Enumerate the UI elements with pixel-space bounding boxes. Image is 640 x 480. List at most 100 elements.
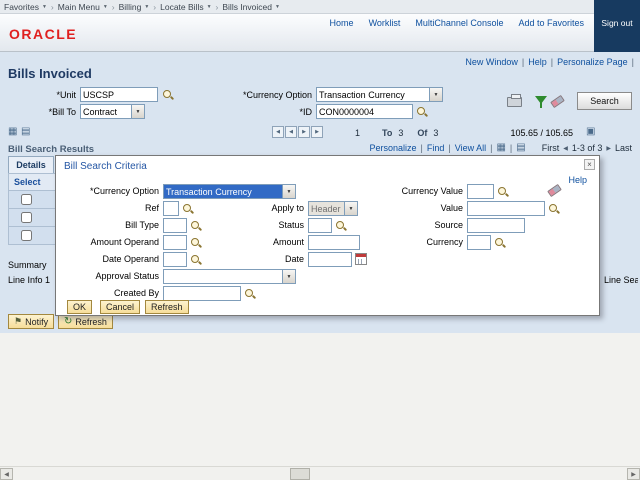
view-all-link[interactable]: View All (455, 143, 486, 153)
dlg-currency-input[interactable] (467, 235, 491, 250)
dialog-help-link[interactable]: Help (568, 175, 587, 185)
dropdown-arrow-icon[interactable] (429, 88, 442, 101)
dlg-amount-operand-input[interactable] (163, 235, 187, 250)
row-select-checkbox[interactable] (21, 194, 32, 205)
multichannel-console-link[interactable]: MultiChannel Console (415, 18, 503, 28)
nav-first-icon[interactable] (272, 126, 284, 138)
dlg-created-by-input[interactable] (163, 286, 241, 301)
horizontal-scrollbar[interactable] (0, 466, 640, 480)
dlg-date-operand-input[interactable] (163, 252, 187, 267)
scroll-left-icon[interactable] (0, 468, 13, 480)
dlg-currency-lookup-icon[interactable] (494, 237, 505, 248)
dlg-amount-input[interactable] (308, 235, 360, 250)
dropdown-arrow-icon[interactable] (282, 270, 295, 283)
new-window-link[interactable]: New Window (465, 57, 518, 67)
dlg-currency-value-label: Currency Value (363, 186, 463, 196)
table-row (8, 227, 56, 245)
close-icon[interactable] (584, 159, 595, 170)
chevron-down-icon (434, 92, 439, 98)
pager-next-icon[interactable] (606, 145, 611, 152)
dlg-eraser-icon[interactable] (547, 184, 562, 197)
breadcrumb-item-main-menu[interactable]: Main Menu (58, 2, 108, 12)
breadcrumb-label: Main Menu (58, 2, 100, 12)
personalize-page-link[interactable]: Personalize Page (557, 57, 628, 67)
download-grid-icon[interactable] (21, 127, 30, 137)
ok-button[interactable]: OK (67, 300, 92, 314)
dlg-value-input[interactable] (467, 201, 545, 216)
printer-icon[interactable] (507, 97, 522, 107)
breadcrumb-label: Locate Bills (160, 2, 203, 12)
bill-to-select[interactable]: Contract (80, 104, 145, 119)
unit-lookup-icon[interactable] (162, 89, 173, 100)
pager-prev-icon[interactable] (563, 145, 568, 152)
find-link[interactable]: Find (427, 143, 445, 153)
funnel-icon[interactable] (535, 96, 547, 104)
refresh-toolbar-button[interactable]: Refresh (58, 314, 113, 329)
dlg-source-input[interactable] (467, 218, 525, 233)
dlg-bill-type-lookup-icon[interactable] (190, 220, 201, 231)
dlg-amount-operand-lookup-icon[interactable] (190, 237, 201, 248)
dlg-created-by-lookup-icon[interactable] (244, 288, 255, 299)
calendar-icon[interactable] (355, 253, 367, 265)
dropdown-arrow-icon[interactable] (131, 105, 144, 118)
dlg-status-lookup-icon[interactable] (335, 220, 346, 231)
personalize-link[interactable]: Personalize (370, 143, 417, 153)
separator (632, 57, 634, 67)
chevron-down-icon (207, 4, 212, 10)
dlg-date-operand-lookup-icon[interactable] (190, 254, 201, 265)
worklist-link[interactable]: Worklist (369, 18, 401, 28)
search-button[interactable]: Search (577, 92, 632, 110)
refresh-dialog-button[interactable]: Refresh (145, 300, 189, 314)
dlg-date-input[interactable] (308, 252, 352, 267)
nav-last-icon[interactable] (311, 126, 323, 138)
dlg-value-lookup-icon[interactable] (548, 203, 559, 214)
scroll-thumb[interactable] (290, 468, 310, 480)
breadcrumb-item-favorites[interactable]: Favorites (4, 2, 47, 12)
chevron-down-icon (275, 4, 280, 10)
row-select-checkbox[interactable] (21, 230, 32, 241)
pager-last-label[interactable]: Last (615, 143, 632, 153)
add-to-favorites-link[interactable]: Add to Favorites (518, 18, 584, 28)
breadcrumb-separator (112, 2, 115, 12)
right-arrow-icon (631, 471, 636, 478)
pager-first-label[interactable]: First (542, 143, 560, 153)
currency-option-select[interactable]: Transaction Currency (316, 87, 443, 102)
personalize-grid-icon[interactable] (496, 143, 505, 153)
dlg-currency-value-input[interactable] (467, 184, 494, 199)
nav-next-icon[interactable] (298, 126, 310, 138)
unit-input[interactable] (80, 87, 158, 102)
separator (522, 57, 524, 67)
dlg-ref-input[interactable] (163, 201, 179, 216)
home-link[interactable]: Home (330, 18, 354, 28)
breadcrumb-item-locate-bills[interactable]: Locate Bills (160, 2, 211, 12)
chevron-down-icon (42, 4, 47, 10)
notify-button[interactable]: Notify (8, 314, 54, 329)
breadcrumb-item-billing[interactable]: Billing (119, 2, 150, 12)
nav-prev-icon[interactable] (285, 126, 297, 138)
download-icon[interactable] (516, 143, 525, 153)
dlg-approval-status-select[interactable] (163, 269, 296, 284)
line-search-link[interactable]: Line Sear (604, 275, 638, 285)
dropdown-arrow-icon[interactable] (282, 185, 295, 198)
bill-to-value: Contract (81, 105, 131, 118)
detail-grid-icon[interactable] (586, 127, 595, 137)
id-lookup-icon[interactable] (416, 106, 427, 117)
scroll-right-icon[interactable] (627, 468, 640, 480)
cancel-button[interactable]: Cancel (100, 300, 140, 314)
id-label: *ID (198, 107, 312, 117)
zoom-grid-icon[interactable] (8, 127, 17, 137)
dlg-status-input[interactable] (308, 218, 332, 233)
help-link[interactable]: Help (528, 57, 547, 67)
dlg-bill-type-input[interactable] (163, 218, 187, 233)
tab-details[interactable]: Details (8, 156, 54, 173)
dlg-currency-value-lookup-icon[interactable] (497, 186, 508, 197)
chevron-down-icon (287, 274, 292, 280)
header-links: Home Worklist MultiChannel Console Add t… (330, 18, 584, 28)
id-input[interactable] (316, 104, 413, 119)
dlg-ref-lookup-icon[interactable] (182, 203, 193, 214)
refresh-label: Refresh (75, 317, 107, 327)
row-select-checkbox[interactable] (21, 212, 32, 223)
sign-out-link[interactable]: Sign out (594, 18, 640, 28)
breadcrumb-item-bills-invoiced[interactable]: Bills Invoiced (222, 2, 280, 12)
dlg-currency-option-select[interactable]: Transaction Currency (163, 184, 296, 199)
